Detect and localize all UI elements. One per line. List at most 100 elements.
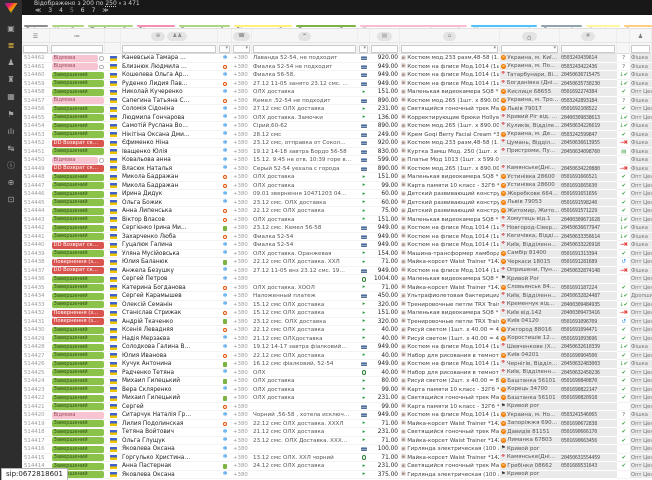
tracking-number[interactable]: 0501690663456 (560, 437, 617, 446)
tracking-number[interactable]: 0501691666521 (560, 173, 617, 182)
client-phone[interactable]: +380 (232, 182, 252, 191)
table-row[interactable]: 514460ЗавершенийКошелева Ольга Ар…✻+380Ф… (22, 71, 652, 80)
tracking-number[interactable]: 0501690904500 (560, 352, 617, 361)
client-phone[interactable]: +380 (232, 437, 252, 446)
table-row[interactable]: 514416ЗавершенийЯковлева Оксана✻+380100.… (22, 445, 652, 454)
client-phone[interactable]: +380 (232, 258, 252, 267)
client-phone[interactable]: +380 (232, 156, 252, 165)
tracking-number[interactable]: 20450632874148 (560, 267, 617, 276)
filter-input-payment[interactable]: ▾ (359, 45, 368, 53)
column-header-comment[interactable]: ❝ (252, 29, 358, 43)
tracking-number[interactable]: 0501691094471 (560, 326, 617, 335)
client-phone[interactable]: +380 (232, 292, 252, 301)
client-phone[interactable]: +380 (232, 165, 252, 174)
column-header-price[interactable]: ▤ (370, 29, 400, 43)
tab-Всі[interactable]: Всі471 (22, 15, 50, 28)
products-icon[interactable]: ▦ (3, 91, 19, 103)
tracking-number[interactable]: 0501691571229 (560, 207, 617, 216)
page-size-select[interactable]: 250 (105, 0, 116, 7)
client-phone[interactable]: +380 (232, 318, 252, 327)
tracking-number[interactable]: 20450632610339 (560, 343, 617, 352)
client-phone[interactable]: +380 (232, 343, 252, 352)
pager-first-icon[interactable]: ≪ (35, 8, 41, 14)
filter-input-source[interactable]: ▾ (219, 45, 230, 53)
support-icon[interactable]: ⊕ (3, 177, 19, 189)
table-row[interactable]: 514441ЗавершенийЗахарченко Люба+380Фиалк… (22, 233, 652, 242)
client-phone[interactable]: +380 (232, 326, 252, 335)
table-row[interactable]: 514443ЗавершенийВіктор Власов+380ОЛХ дос… (22, 216, 652, 225)
client-phone[interactable]: +380 (232, 224, 252, 233)
tab-Відмова[interactable]: Відмова42 (135, 15, 177, 28)
client-phone[interactable]: +380 (232, 386, 252, 395)
column-header-phone[interactable]: ☎ (232, 29, 252, 43)
client-phone[interactable]: +380 (232, 122, 252, 131)
client-phone[interactable]: +380 (232, 420, 252, 429)
tracking-number[interactable]: 20400309838613 (560, 114, 617, 123)
table-row[interactable]: 514451ЗавершенийІващенко Юлія✻+38019.12 … (22, 148, 652, 157)
column-header-store[interactable]: ♟ (630, 29, 652, 43)
client-phone[interactable]: +380 (232, 241, 252, 250)
table-row[interactable]: 514436ЗавершенийСергей Петров✻+3801004.0… (22, 275, 652, 284)
table-row[interactable]: 514457ВідмоваСапегина Татьяна С…+380Кеме… (22, 97, 652, 106)
tab-Прийнятий[interactable]: Прийнятий7 (86, 15, 135, 28)
tracking-number[interactable]: 0503242599847 (560, 131, 617, 140)
table-row[interactable]: 514442ЗавершенийСергієнко Ірина Ми…+3802… (22, 224, 652, 233)
filter-input-store[interactable] (631, 45, 650, 53)
table-row[interactable]: 514430ЗавершенийКсенія Левадняя+38022.12… (22, 326, 652, 335)
client-phone[interactable]: +380 (232, 131, 252, 140)
tracking-number[interactable]: 20450636715475 (560, 71, 617, 80)
tracking-number[interactable]: 0501691598240 (560, 199, 617, 208)
clients-icon[interactable]: ♟ (3, 57, 19, 69)
client-phone[interactable]: +380 (232, 411, 252, 420)
table-row[interactable]: 514414ЗавершенийАнна Пастернак+38024.12 … (22, 462, 652, 471)
tracking-number[interactable]: 0501690822147 (560, 386, 617, 395)
client-phone[interactable]: +380 (232, 377, 252, 386)
client-phone[interactable]: +380 (232, 216, 252, 225)
settings-icon[interactable]: ↹ (3, 143, 19, 155)
client-phone[interactable]: +380 (232, 114, 252, 123)
filter-input-name[interactable] (122, 45, 216, 53)
tracking-number[interactable]: 20450631554459 (560, 454, 617, 463)
tab-Відправлений[interactable]: Відправлений12 (232, 15, 294, 28)
client-phone[interactable]: +380 (232, 207, 252, 216)
tracking-number[interactable]: 20450636677947 (560, 224, 617, 233)
tracking-number[interactable] (560, 445, 617, 454)
tracking-number[interactable]: 0501692274384 (560, 88, 617, 97)
tracking-number[interactable]: 20450634098760 (560, 148, 617, 157)
table-row[interactable]: 514450ВідмоваКовальова анна✻+38015.12. 9… (22, 156, 652, 165)
table-row[interactable]: 514449DD Возврат ск…Власюк Наталья✻+380С… (22, 165, 652, 174)
column-header-name[interactable]: ⊕♟♟ (121, 29, 218, 43)
tracking-number[interactable]: 0503241546065 (560, 411, 617, 420)
tab-Сервіси[interactable]: Сервіси0 (584, 15, 621, 28)
tracking-number[interactable]: 0501689531643 (560, 462, 617, 471)
table-row[interactable]: 514458ЗавершенийНиколай Кучеренко✻+380ОЛ… (22, 88, 652, 97)
filter-input-product[interactable]: ▾ (401, 45, 498, 53)
table-row[interactable]: 514424ЗавершенийМихаил Гилецький+380ОЛХ … (22, 377, 652, 386)
client-phone[interactable]: +380 (232, 454, 252, 463)
table-row[interactable]: 514420ВідмоваСитарчук Наталія Гр…✻+380Чо… (22, 411, 652, 420)
client-phone[interactable]: +380 (232, 428, 252, 437)
table-row[interactable]: 514452DD Возврат ск…Єфименко Ніна✻+38023… (22, 139, 652, 148)
table-row[interactable]: 514435ЗавершенийКатерина Богданова+380ОЛ… (22, 284, 652, 293)
table-row[interactable]: 514437DD Возврат ск…Анжела Безушку✻+3802… (22, 267, 652, 276)
table-row[interactable]: 514432Повернення (з…Станіслав Стрижак+38… (22, 309, 652, 318)
table-row[interactable]: 514438Повернення (з…Юлия Баланюк+38022.1… (22, 258, 652, 267)
pager-page-6[interactable]: 6 (81, 8, 85, 14)
column-header-id[interactable]: ☰ (22, 29, 50, 43)
tab-Запакований[interactable]: Запакований1 (177, 15, 233, 28)
tracking-number[interactable] (560, 156, 617, 165)
tracking-number[interactable]: 0501691187224 (560, 284, 617, 293)
tracking-number[interactable]: 0501691093696 (560, 335, 617, 344)
client-phone[interactable]: +380 (232, 97, 252, 106)
tab-В дорозі додому[interactable]: В дорозі додому0 (622, 15, 652, 28)
pager-page-5[interactable]: 5 (70, 8, 74, 14)
company-icon[interactable]: ♜ (3, 74, 19, 86)
column-header-address[interactable]: Ϙ (500, 29, 560, 43)
filter-input-phone[interactable]: ▾ (233, 45, 250, 53)
tab-Завершений[interactable]: Завершений278 (294, 15, 358, 28)
tracking-number[interactable]: 0503243422436 (560, 63, 617, 72)
client-phone[interactable]: +380 (232, 284, 252, 293)
table-row[interactable]: 514428ЗавершенийСолодкова Галина В…✻+380… (22, 343, 652, 352)
tracking-number[interactable]: 20400309473416 (560, 309, 617, 318)
pager-page-7[interactable]: 7 (92, 8, 96, 14)
